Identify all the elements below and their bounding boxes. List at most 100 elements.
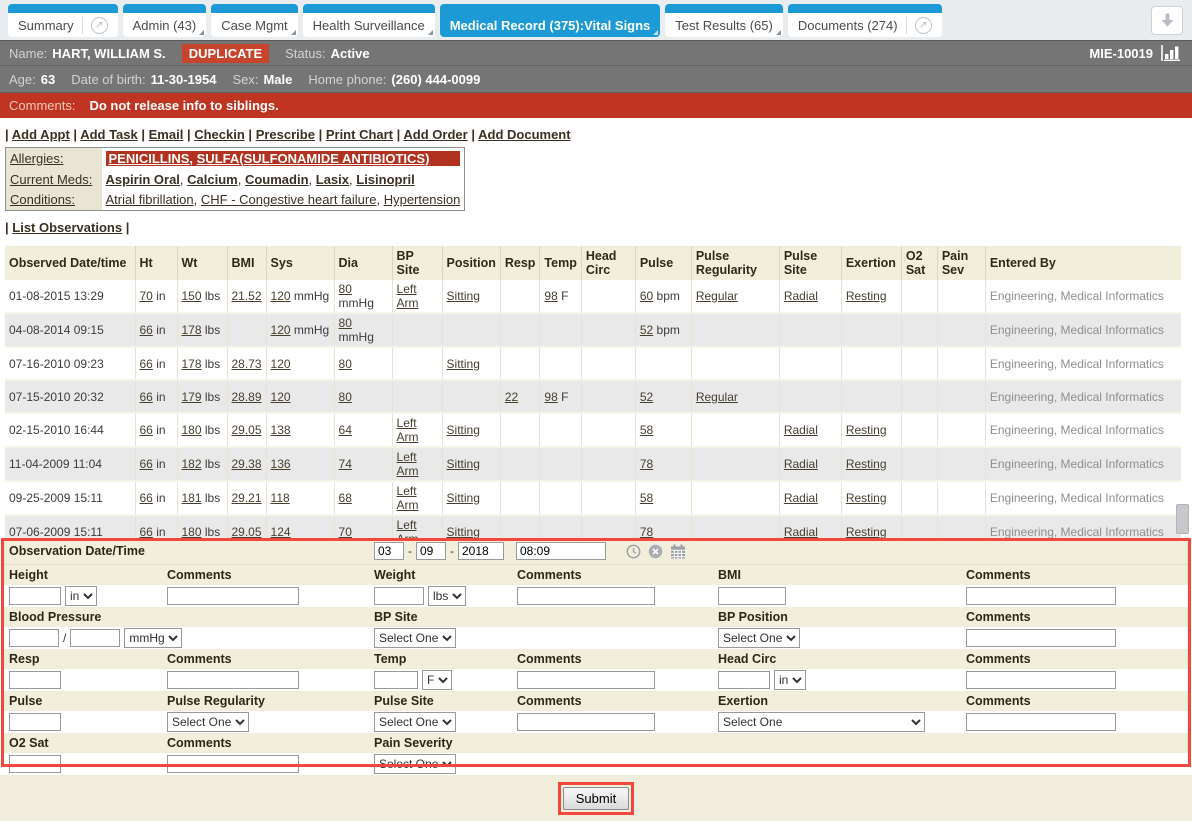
action-link-email[interactable]: Email [149,127,184,142]
vitals-value-link[interactable]: Regular [696,390,738,404]
temp-unit-select[interactable]: F [422,670,452,690]
column-header-pulse-regularity[interactable]: Pulse Regularity [691,246,779,280]
height-input[interactable] [9,587,61,605]
resp-input[interactable] [9,671,61,689]
vitals-value-link[interactable]: 64 [339,423,352,437]
pulse-input[interactable] [9,713,61,731]
vitals-value-link[interactable]: 52 [640,390,653,404]
pulse-site-select[interactable]: Select One [374,712,456,732]
tab-health-surveillance[interactable]: Health Surveillance [303,4,435,37]
submit-button[interactable]: Submit [563,787,629,810]
vitals-value-link[interactable]: 80 [339,357,352,371]
vitals-value-link[interactable]: 136 [271,457,291,471]
column-header-pain-sev[interactable]: Pain Sev [937,246,985,280]
column-header-entered-by[interactable]: Entered By [985,246,1181,280]
weight-comments-input[interactable] [517,587,655,605]
bp-site-select[interactable]: Select One [374,628,456,648]
med-link-lisinopril[interactable]: Lisinopril [356,172,415,187]
vitals-value-link[interactable]: 29.05 [232,423,262,437]
vitals-value-link[interactable]: 120 [271,289,291,303]
vitals-value-link[interactable]: Resting [846,491,887,505]
column-header-wt[interactable]: Wt [177,246,227,280]
vitals-value-link[interactable]: 118 [271,491,290,505]
bp-position-select[interactable]: Select One [718,628,800,648]
vitals-value-link[interactable]: 98 [544,289,557,303]
action-link-checkin[interactable]: Checkin [194,127,245,142]
action-link-print-chart[interactable]: Print Chart [326,127,393,142]
column-header-observed-date-time[interactable]: Observed Date/time [5,246,135,280]
vitals-value-link[interactable]: Resting [846,525,887,538]
vitals-value-link[interactable]: 22 [505,390,518,404]
vitals-value-link[interactable]: 28.89 [232,390,262,404]
med-link-coumadin[interactable]: Coumadin [245,172,309,187]
vitals-value-link[interactable]: 29.38 [232,457,262,471]
height-comments-input[interactable] [167,587,299,605]
vitals-value-link[interactable]: Radial [784,423,818,437]
tab-documents-274[interactable]: Documents (274)↗ [788,4,942,37]
conditions-label-link[interactable]: Conditions: [10,192,75,207]
vitals-value-link[interactable]: 180 [182,525,202,538]
vitals-value-link[interactable]: 178 [182,357,202,371]
vitals-value-link[interactable]: 66 [140,457,153,471]
column-header-position[interactable]: Position [442,246,500,280]
vitals-value-link[interactable]: 80 [339,316,352,330]
o2-sat-comments-input[interactable] [167,755,299,773]
vitals-value-link[interactable]: Regular [696,289,738,303]
vitals-value-link[interactable]: Left Arm [397,282,419,310]
bar-chart-icon[interactable] [1161,45,1183,61]
vitals-value-link[interactable]: Sitting [447,289,480,303]
vitals-value-link[interactable]: 138 [271,423,291,437]
vitals-value-link[interactable]: 66 [140,357,153,371]
vitals-value-link[interactable]: 70 [339,525,352,538]
action-link-add-document[interactable]: Add Document [478,127,570,142]
vitals-value-link[interactable]: Left Arm [397,518,419,538]
column-header-o2-sat[interactable]: O2 Sat [901,246,937,280]
bp-comments-input[interactable] [966,629,1116,647]
column-header-dia[interactable]: Dia [334,246,392,280]
condition-link-hypertension[interactable]: Hypertension [384,192,461,207]
vitals-value-link[interactable]: 70 [140,289,153,303]
vitals-value-link[interactable]: 182 [182,457,202,471]
vitals-value-link[interactable]: 29.05 [232,525,262,538]
vitals-value-link[interactable]: 28.73 [232,357,262,371]
vitals-value-link[interactable]: Radial [784,457,818,471]
vitals-value-link[interactable]: 66 [140,390,153,404]
temp-comments-input[interactable] [517,671,655,689]
obs-time-input[interactable] [516,542,606,560]
column-header-exertion[interactable]: Exertion [841,246,901,280]
allergy-link-sulfa-sulfonamide-antibiotics[interactable]: SULFA(SULFONAMIDE ANTIBIOTICS) [197,151,430,166]
resp-comments-input[interactable] [167,671,299,689]
vitals-value-link[interactable]: 124 [271,525,291,538]
bp-systolic-input[interactable] [9,629,59,647]
vitals-value-link[interactable]: Resting [846,289,887,303]
bmi-comments-input[interactable] [966,587,1116,605]
temp-input[interactable] [374,671,418,689]
vertical-scrollbar-thumb[interactable] [1176,504,1189,534]
download-button[interactable] [1151,6,1183,35]
head-circ-comments-input[interactable] [966,671,1116,689]
obs-day-input[interactable] [416,542,446,560]
vitals-value-link[interactable]: Left Arm [397,484,419,512]
head-circ-input[interactable] [718,671,770,689]
vitals-value-link[interactable]: 78 [640,457,653,471]
vitals-value-link[interactable]: 29.21 [232,491,262,505]
condition-link-chf-congestive-heart-failure[interactable]: CHF - Congestive heart failure [201,192,377,207]
vitals-value-link[interactable]: Resting [846,423,887,437]
vitals-value-link[interactable]: 60 [640,289,653,303]
clock-icon[interactable] [626,544,641,559]
vitals-value-link[interactable]: Sitting [447,491,480,505]
vitals-value-link[interactable]: 80 [339,390,352,404]
vitals-value-link[interactable]: Sitting [447,525,480,538]
action-link-prescribe[interactable]: Prescribe [256,127,315,142]
tab-test-results-65[interactable]: Test Results (65) [665,4,783,37]
allergies-label-link[interactable]: Allergies: [10,151,63,166]
column-header-pulse-site[interactable]: Pulse Site [779,246,841,280]
column-header-head-circ[interactable]: Head Circ [581,246,635,280]
vitals-value-link[interactable]: 21.52 [232,289,262,303]
vitals-value-link[interactable]: 178 [182,323,202,337]
obs-month-input[interactable] [374,542,404,560]
vitals-value-link[interactable]: Left Arm [397,450,419,478]
column-header-ht[interactable]: Ht [135,246,177,280]
action-link-add-appt[interactable]: Add Appt [12,127,70,142]
exertion-comments-input[interactable] [966,713,1116,731]
